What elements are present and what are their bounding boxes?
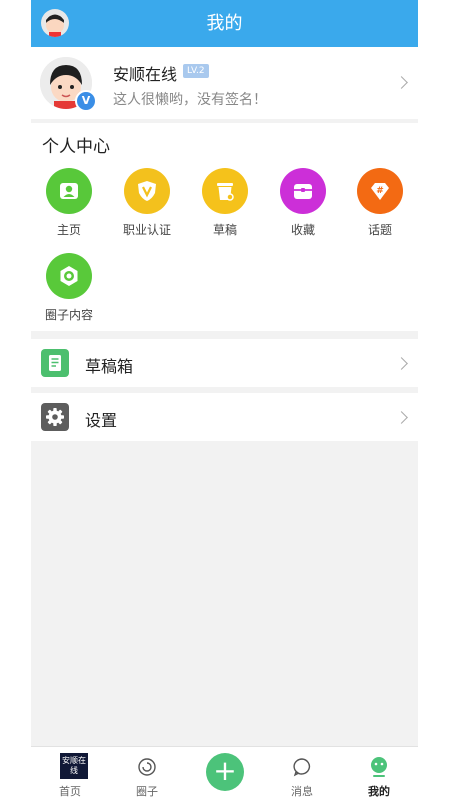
tab-label: 我的 [368,785,390,798]
app-logo: 安顺在线 [60,753,88,779]
verified-badge: V [75,90,97,112]
box-icon [280,168,326,214]
grid-item-circle-content[interactable]: 圈子内容 [34,253,104,333]
grid-item-topics[interactable]: # 话题 [345,168,415,248]
app-screen: 我的 V 安顺在线 LV.2 这人很懒哟，没有签名！ 个人中心 主页 职业认证 … [31,0,418,800]
settings-label: 设置 [85,411,118,430]
bottom-tab-bar: 安顺在线 首页 圈子 + 消息 我的 [31,746,418,800]
page-title: 我的 [206,13,243,34]
drafts-row[interactable]: 草稿箱 [31,339,418,387]
drafts-label: 草稿箱 [85,357,134,376]
hashtag-gem-icon: # [357,168,403,214]
profile-card[interactable]: V 安顺在线 LV.2 这人很懒哟，没有签名！ [31,47,418,119]
trash-draft-icon [202,168,248,214]
gear-icon [41,403,69,431]
top-bar: 我的 [31,0,418,47]
camera-lens-icon [46,253,92,299]
grid-item-label: 职业认证 [122,223,171,237]
grid-item-favorites[interactable]: 收藏 [268,168,338,248]
add-post-button[interactable]: + [206,753,244,791]
circle-icon [138,758,156,776]
section-title: 个人中心 [42,137,110,157]
svg-text:#: # [376,186,384,196]
document-icon [41,349,69,377]
chevron-right-icon [395,411,408,424]
level-badge: LV.2 [183,64,209,78]
tab-label: 圈子 [136,785,158,798]
tab-label: 首页 [59,785,81,798]
shield-v-icon [124,168,170,214]
person-icon [46,168,92,214]
user-name: 安顺在线 [113,65,178,84]
tab-me[interactable]: 我的 [344,747,414,800]
grid-item-label: 收藏 [290,223,315,237]
tab-home[interactable]: 安顺在线 首页 [35,747,105,800]
chevron-right-icon [395,357,408,370]
grid-item-label: 圈子内容 [44,308,93,322]
grid-item-draft[interactable]: 草稿 [190,168,260,248]
grid-item-label: 主页 [56,223,81,237]
grid-item-certification[interactable]: 职业认证 [112,168,182,248]
personal-center-section: 个人中心 主页 职业认证 草稿 收藏 # 话题 圈子内容 [31,123,418,331]
chat-bubble-icon [293,758,311,777]
grid-item-homepage[interactable]: 主页 [34,168,104,248]
user-signature: 这人很懒哟，没有签名！ [113,92,267,108]
tab-messages[interactable]: 消息 [267,747,337,800]
grid-item-label: 草稿 [212,223,237,237]
chevron-right-icon [395,76,408,89]
tab-circle[interactable]: 圈子 [112,747,182,800]
profile-face-icon [371,757,387,777]
settings-row[interactable]: 设置 [31,393,418,441]
tab-label: 消息 [291,785,313,798]
grid-item-label: 话题 [367,223,392,237]
